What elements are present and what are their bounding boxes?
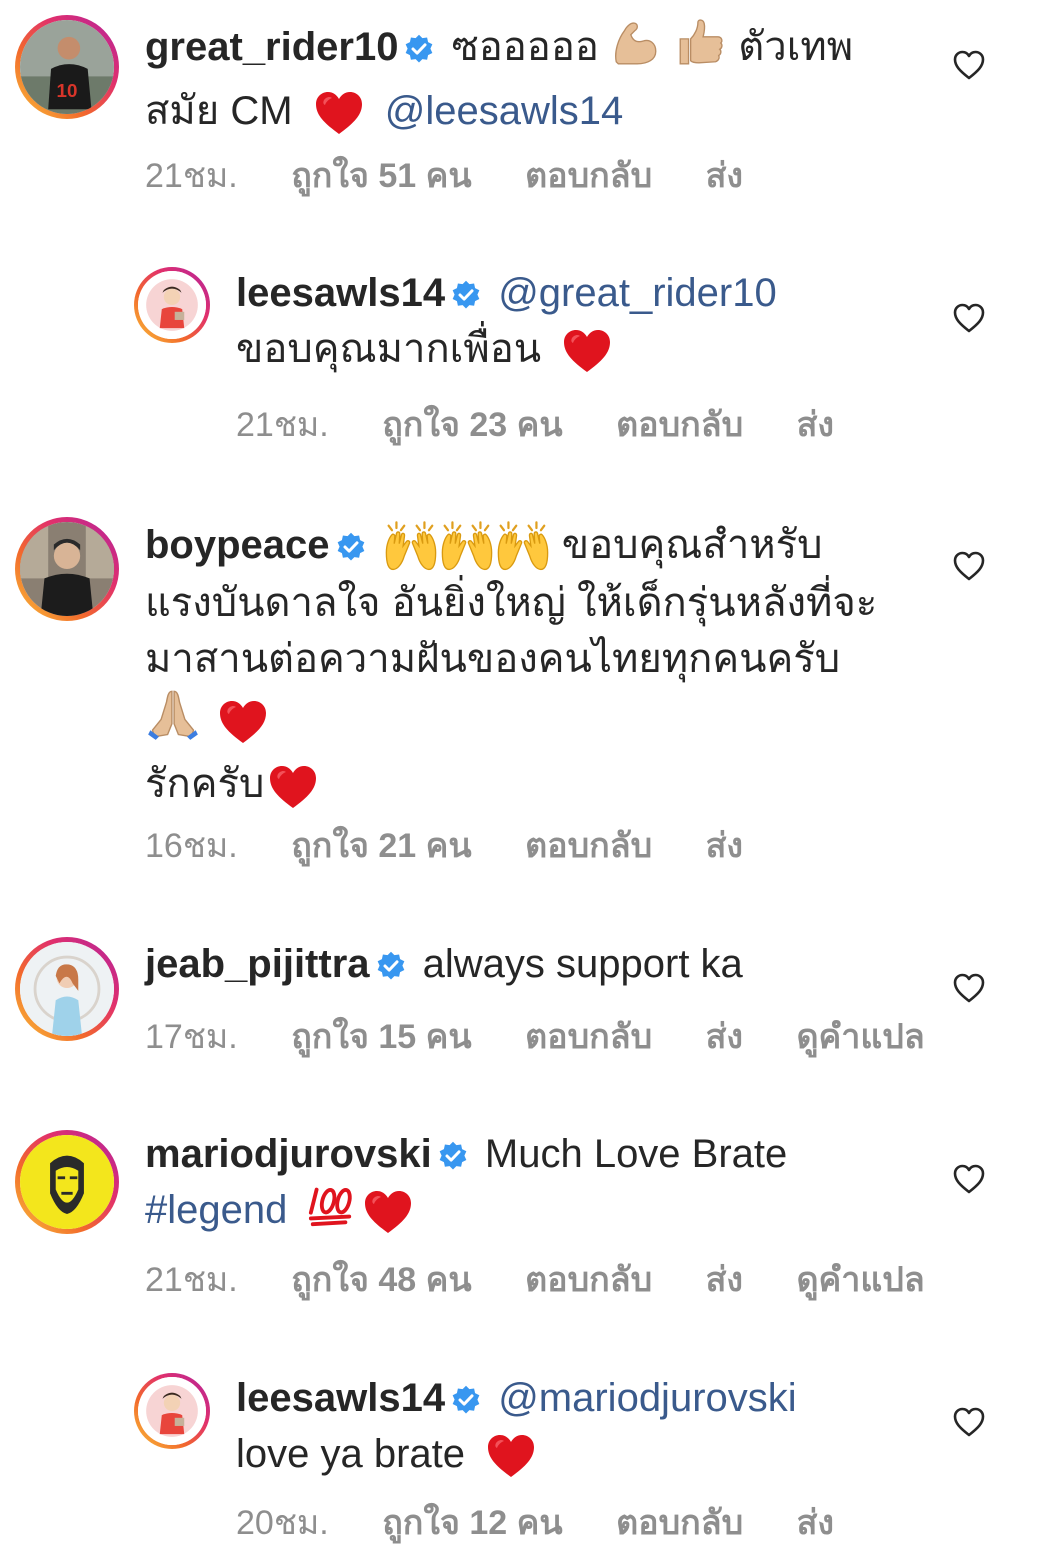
avatar[interactable]: 10 (15, 15, 119, 119)
verified-badge-icon (451, 280, 481, 310)
comment-username[interactable]: leesawls14 (236, 1376, 445, 1420)
avatar[interactable] (15, 517, 119, 621)
red-heart-emoji (562, 328, 612, 374)
avatar-illustration (138, 1377, 206, 1445)
red-heart-emoji (363, 1189, 413, 1235)
likes-count[interactable]: ถูกใจ 12 คน (382, 1504, 562, 1542)
verified-badge-icon (404, 34, 434, 64)
avatar-illustration (138, 271, 206, 339)
red-heart-emoji (268, 764, 318, 810)
mention-link[interactable]: @mariodjurovski (498, 1376, 796, 1420)
comment-text: love ya brate (236, 1432, 466, 1476)
like-heart-icon[interactable] (952, 302, 986, 334)
comment-time: 21ชม. (145, 157, 238, 195)
reply-button[interactable]: ตอบกลับ (616, 406, 743, 444)
like-heart-icon[interactable] (952, 49, 986, 81)
send-button[interactable]: ส่ง (797, 406, 834, 444)
translate-button[interactable]: ดูคำแปล (796, 1261, 924, 1299)
svg-text:10: 10 (57, 80, 78, 101)
avatar[interactable] (15, 937, 119, 1041)
comment-username[interactable]: great_rider10 (145, 25, 398, 69)
red-heart-emoji (486, 1433, 536, 1479)
comment-text: รักครับ (145, 762, 265, 807)
comment-text: มาสานต่อความฝันของคนไทยทุกคนครับ (145, 637, 841, 682)
comment-username[interactable]: boypeace (145, 523, 330, 567)
reply-button[interactable]: ตอบกลับ (616, 1504, 743, 1542)
reply-button[interactable]: ตอบกลับ (525, 157, 652, 195)
avatar[interactable] (134, 267, 210, 343)
hashtag-link[interactable]: #legend (145, 1188, 287, 1232)
translate-button[interactable]: ดูคำแปล (796, 1018, 924, 1056)
raising-hands-emoji (439, 519, 495, 575)
reply-button[interactable]: ตอบกลับ (525, 827, 652, 865)
flexed-biceps-emoji (610, 16, 662, 83)
likes-count[interactable]: ถูกใจ 23 คน (382, 406, 562, 444)
send-button[interactable]: ส่ง (706, 1261, 743, 1299)
comment-text: แรงบันดาลใจ อันยิ่งใหญ่ ให้เด็กรุ่นหลังท… (145, 581, 878, 626)
comment-username[interactable]: jeab_pijittra (145, 942, 370, 986)
send-button[interactable]: ส่ง (706, 1018, 743, 1056)
avatar-photo: 10 (20, 20, 114, 114)
like-heart-icon[interactable] (952, 550, 986, 582)
comment-time: 21ชม. (145, 1261, 238, 1299)
likes-count[interactable]: ถูกใจ 51 คน (291, 157, 471, 195)
avatar-photo (20, 522, 114, 616)
folded-hands-emoji (145, 687, 201, 756)
raising-hands-emoji (383, 519, 439, 575)
comment-time: 20ชม. (236, 1504, 329, 1542)
send-button[interactable]: ส่ง (797, 1504, 834, 1542)
likes-count[interactable]: ถูกใจ 21 คน (291, 827, 471, 865)
mention-link[interactable]: @leesawls14 (385, 89, 624, 133)
avatar-photo (20, 942, 114, 1036)
verified-badge-icon (376, 951, 406, 981)
verified-badge-icon (451, 1385, 481, 1415)
reply-button[interactable]: ตอบกลับ (525, 1018, 652, 1056)
comment-time: 17ชม. (145, 1018, 238, 1056)
comment-username[interactable]: leesawls14 (236, 271, 445, 315)
comment-text: สมัย CM (145, 89, 293, 133)
thumbs-up-emoji (673, 16, 727, 83)
hundred-points-emoji (307, 1183, 355, 1242)
raising-hands-emoji (495, 519, 551, 575)
mention-link[interactable]: @great_rider10 (498, 271, 777, 315)
comment-text: ขอบคุณสำหรับ (561, 523, 823, 567)
send-button[interactable]: ส่ง (706, 827, 743, 865)
comment-text: ซอออออ (451, 25, 599, 70)
verified-badge-icon (336, 532, 366, 562)
send-button[interactable]: ส่ง (706, 157, 743, 195)
likes-count[interactable]: ถูกใจ 15 คน (291, 1018, 471, 1056)
verified-badge-icon (438, 1141, 468, 1171)
comment-username[interactable]: mariodjurovski (145, 1132, 432, 1176)
like-heart-icon[interactable] (952, 972, 986, 1004)
like-heart-icon[interactable] (952, 1163, 986, 1195)
likes-count[interactable]: ถูกใจ 48 คน (291, 1261, 471, 1299)
comment-text: ขอบคุณมากเพื่อน (236, 327, 542, 371)
like-heart-icon[interactable] (952, 1406, 986, 1438)
comment-time: 21ชม. (236, 406, 329, 444)
comment-time: 16ชม. (145, 827, 238, 865)
comment-text: ตัวเทพ (738, 25, 854, 70)
avatar[interactable] (134, 1373, 210, 1449)
red-heart-emoji (314, 90, 364, 136)
comment-text: always support ka (422, 942, 743, 986)
avatar[interactable] (15, 1130, 119, 1234)
reply-button[interactable]: ตอบกลับ (525, 1261, 652, 1299)
avatar-illustration (20, 1135, 114, 1229)
red-heart-emoji (218, 699, 268, 745)
comment-text: Much Love Brate (484, 1132, 788, 1176)
